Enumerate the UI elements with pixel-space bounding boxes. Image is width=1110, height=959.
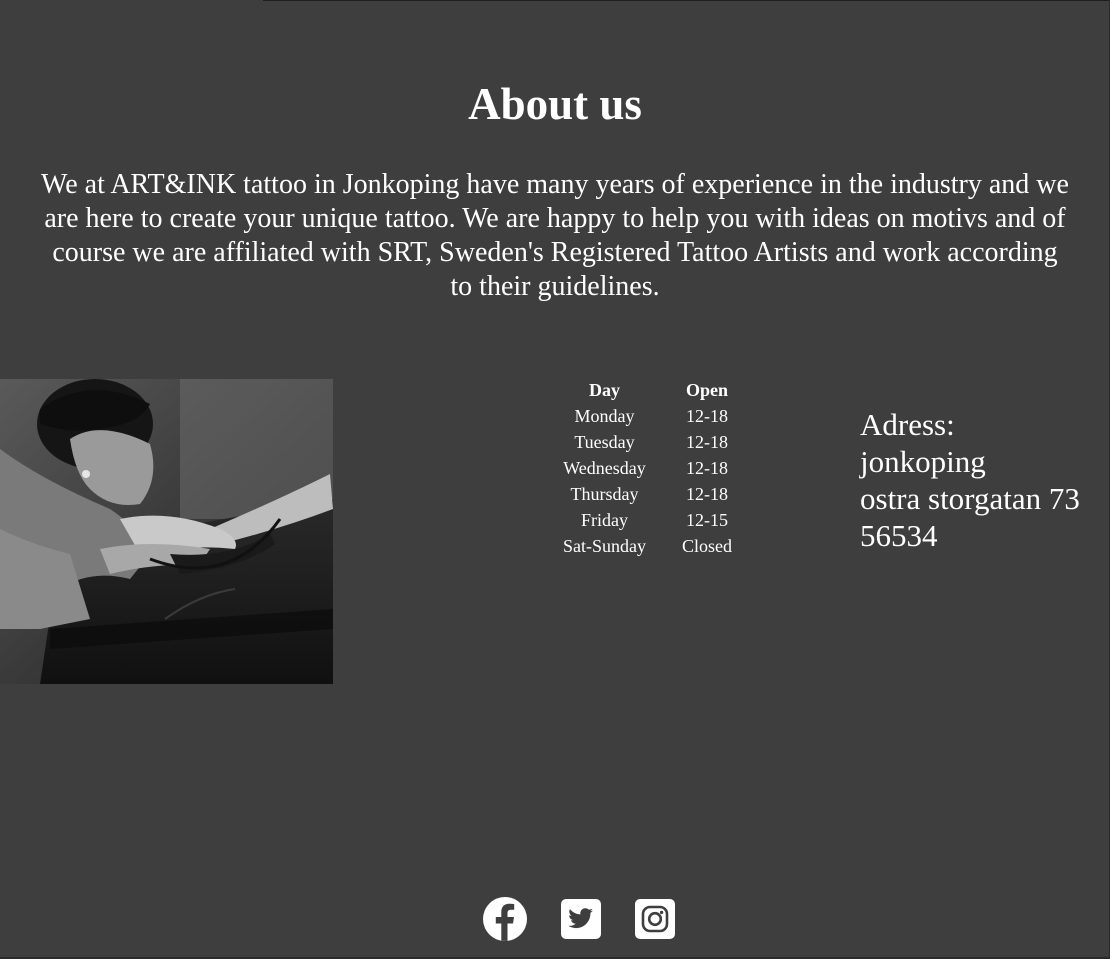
about-page: About us We at ART&INK tattoo in Jonkopi… <box>0 0 1110 959</box>
table-row: Thursday 12-18 <box>545 481 750 507</box>
address-zip: 56534 <box>860 518 938 553</box>
open-cell: 12-18 <box>686 484 728 504</box>
table-row: Sat-Sunday Closed <box>545 533 750 559</box>
opening-hours-table: Day Open Monday 12-18 Tuesday 12-18 Wedn… <box>545 377 750 559</box>
address-label: Adress: <box>860 407 955 442</box>
day-cell: Wednesday <box>563 458 646 478</box>
day-cell: Sat-Sunday <box>563 536 646 556</box>
table-row: Friday 12-15 <box>545 507 750 533</box>
table-row: Wednesday 12-18 <box>545 455 750 481</box>
table-row: Monday 12-18 <box>545 403 750 429</box>
day-cell: Monday <box>574 406 635 426</box>
open-column-header: Open <box>686 380 729 400</box>
tattoo-artist-photo <box>0 379 333 684</box>
open-cell: 12-18 <box>686 406 728 426</box>
instagram-icon[interactable] <box>632 896 678 942</box>
top-divider <box>263 0 1110 1</box>
day-cell: Thursday <box>570 484 639 504</box>
open-cell: 12-18 <box>686 432 728 452</box>
social-links <box>0 896 1110 942</box>
about-description: We at ART&INK tattoo in Jonkoping have m… <box>41 169 1069 302</box>
address-street: ostra storgatan 73 <box>860 481 1080 516</box>
open-cell: 12-18 <box>686 458 728 478</box>
open-cell: Closed <box>682 536 733 556</box>
day-column-header: Day <box>589 380 620 400</box>
address-block: Adress: jonkoping ostra storgatan 73 565… <box>860 406 1080 554</box>
day-cell: Friday <box>581 510 628 530</box>
page-title: About us <box>468 79 642 129</box>
facebook-icon[interactable] <box>482 896 528 942</box>
open-cell: 12-15 <box>686 510 728 530</box>
day-cell: Tuesday <box>574 432 635 452</box>
twitter-icon[interactable] <box>558 896 604 942</box>
address-city: jonkoping <box>860 444 986 479</box>
table-row: Tuesday 12-18 <box>545 429 750 455</box>
table-header-row: Day Open <box>545 377 750 403</box>
